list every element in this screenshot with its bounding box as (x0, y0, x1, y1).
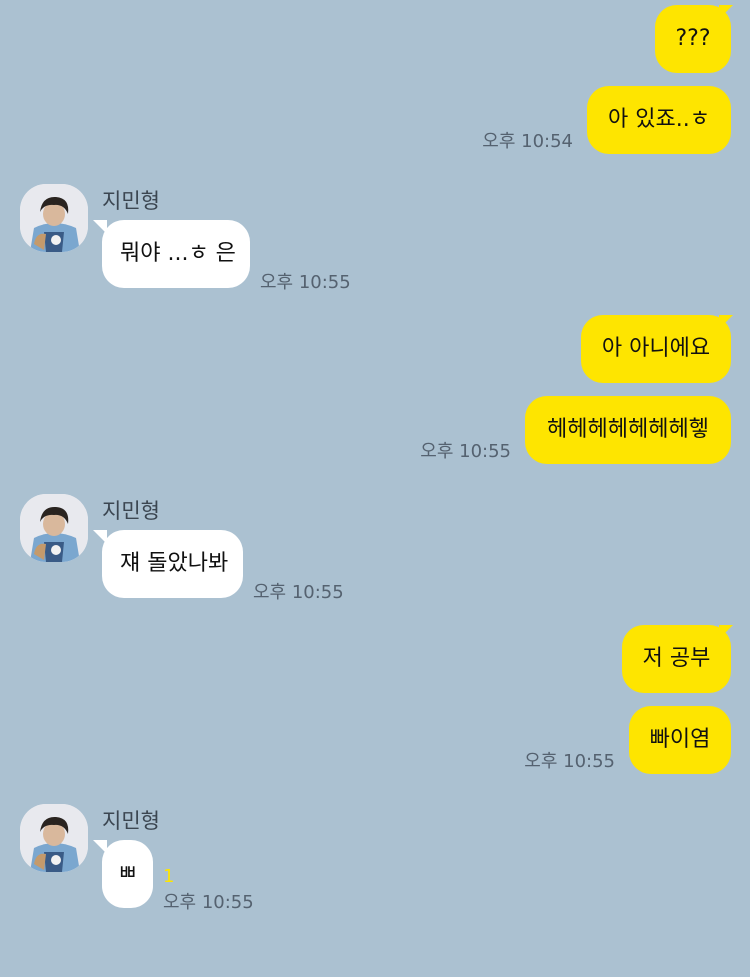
sender-name: 지민형 (102, 499, 160, 523)
message-time: 오후 10:55 (420, 441, 511, 462)
sender-avatar[interactable] (20, 184, 88, 252)
profile-photo-icon (20, 184, 88, 252)
message-time: 오후 10:55 (253, 582, 344, 603)
bubble-tail (93, 530, 107, 544)
message-text: 아 있죠..ㅎ (608, 107, 710, 132)
message-text: ㅃ (117, 861, 138, 886)
bubble-tail (719, 625, 733, 639)
outgoing-message-bubble[interactable]: 아 아니에요 (581, 315, 731, 383)
outgoing-message-bubble[interactable]: 빠이염 (629, 706, 731, 774)
outgoing-message-bubble[interactable]: 헤헤헤헤헤헤헤헿 (525, 396, 731, 464)
message-text: 헤헤헤헤헤헤헤헿 (547, 417, 709, 442)
sender-name: 지민형 (102, 189, 160, 213)
bubble-tail (93, 840, 107, 854)
message-time: 오후 10:54 (482, 131, 573, 152)
message-text: 아 아니에요 (601, 336, 711, 361)
message-text: 뭐야 ...ㅎ 은 (120, 241, 236, 266)
message-text: 저 공부 (642, 646, 711, 671)
chat-room[interactable]: ??? 아 있죠..ㅎ 오후 10:54 지민형 뭐야 ...ㅎ 은 오후 10… (0, 0, 750, 977)
unread-count: 1 (163, 866, 175, 887)
incoming-message-bubble[interactable]: ㅃ (102, 840, 153, 908)
message-text: ??? (675, 26, 711, 51)
profile-photo-icon (20, 494, 88, 562)
sender-avatar[interactable] (20, 494, 88, 562)
sender-avatar[interactable] (20, 804, 88, 872)
profile-photo-icon (20, 804, 88, 872)
bubble-tail (719, 5, 733, 19)
bubble-tail (93, 220, 107, 234)
message-time: 오후 10:55 (163, 892, 254, 913)
incoming-message-bubble[interactable]: 쟤 돌았나봐 (102, 530, 243, 598)
sender-name: 지민형 (102, 809, 160, 833)
outgoing-message-bubble[interactable]: 아 있죠..ㅎ (587, 86, 731, 154)
bubble-tail (719, 315, 733, 329)
outgoing-message-bubble[interactable]: 저 공부 (622, 625, 731, 693)
incoming-message-bubble[interactable]: 뭐야 ...ㅎ 은 (102, 220, 250, 288)
message-time: 오후 10:55 (524, 751, 615, 772)
message-time: 오후 10:55 (260, 272, 351, 293)
message-text: 쟤 돌았나봐 (120, 551, 229, 576)
message-text: 빠이염 (649, 727, 711, 752)
